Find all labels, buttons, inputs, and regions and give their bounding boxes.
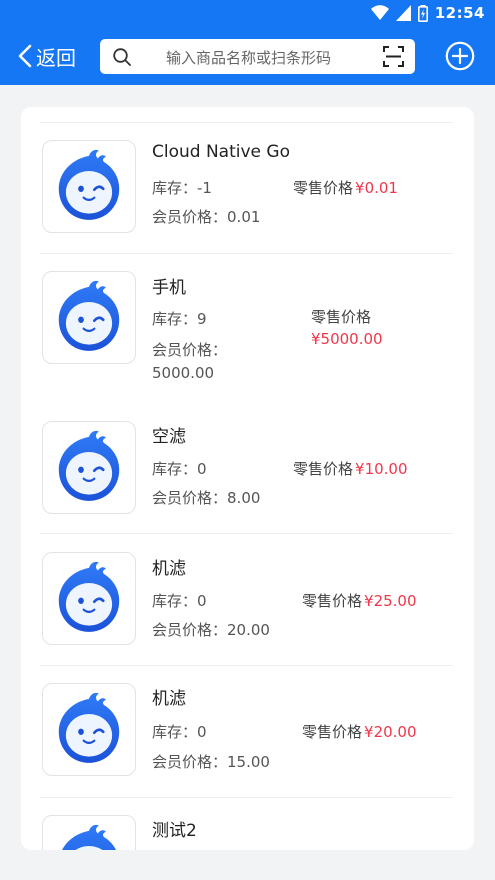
product-image bbox=[42, 271, 136, 364]
product-image bbox=[42, 421, 136, 514]
mascot-icon bbox=[49, 559, 129, 639]
product-item[interactable]: Cloud Native Go 库存：-1 零售价格 ¥0.01 会员价格：0.0… bbox=[40, 123, 453, 254]
product-name: 机滤 bbox=[152, 689, 186, 709]
retail-price: 零售价格 ¥10.00 bbox=[293, 460, 408, 478]
retail-price: 零售价格 ¥5000.00 bbox=[311, 308, 383, 348]
mascot-icon bbox=[49, 822, 129, 851]
member-price: 会员价格：20.00 bbox=[152, 621, 270, 639]
product-item[interactable]: 空滤 库存：0 零售价格 ¥10.00 会员价格：8.00 bbox=[40, 403, 453, 534]
add-circle-icon[interactable] bbox=[445, 41, 475, 71]
status-icons: 12:54 bbox=[370, 4, 485, 22]
product-image bbox=[42, 815, 136, 850]
search-placeholder: 输入商品名称或扫条形码 bbox=[166, 49, 332, 67]
product-item[interactable]: 机滤 库存：0 零售价格 ¥20.00 会员价格：15.00 bbox=[40, 667, 453, 798]
member-price: 会员价格：8.00 bbox=[152, 489, 261, 507]
product-item[interactable]: 测试2 bbox=[40, 799, 453, 850]
stock-text: 库存：0 bbox=[152, 460, 207, 478]
barcode-scan-icon[interactable] bbox=[383, 46, 404, 67]
mascot-icon bbox=[49, 690, 129, 770]
product-name: Cloud Native Go bbox=[152, 142, 290, 162]
product-list: Cloud Native Go 库存：-1 零售价格 ¥0.01 会员价格：0.0… bbox=[21, 107, 474, 850]
retail-price: 零售价格 ¥20.00 bbox=[302, 723, 417, 741]
search-input[interactable]: 输入商品名称或扫条形码 bbox=[100, 39, 415, 74]
member-price: 会员价格：5000.00 bbox=[152, 341, 228, 382]
stock-text: 库存：-1 bbox=[152, 179, 212, 197]
product-image bbox=[42, 552, 136, 645]
status-time: 12:54 bbox=[434, 4, 485, 22]
mascot-icon bbox=[49, 428, 129, 508]
product-name: 测试2 bbox=[152, 821, 197, 841]
product-name: 空滤 bbox=[152, 427, 186, 447]
stock-text: 库存：9 bbox=[152, 310, 207, 328]
stock-text: 库存：0 bbox=[152, 723, 207, 741]
product-item[interactable]: 手机 库存：9 零售价格 ¥5000.00 会员价格：5000.00 bbox=[40, 255, 453, 385]
product-name: 手机 bbox=[152, 278, 186, 298]
retail-price: 零售价格 ¥25.00 bbox=[302, 592, 417, 610]
stock-text: 库存：0 bbox=[152, 592, 207, 610]
back-label: 返回 bbox=[36, 45, 76, 70]
retail-price: 零售价格 ¥0.01 bbox=[293, 179, 398, 197]
chevron-left-icon bbox=[18, 44, 32, 68]
search-icon bbox=[113, 48, 131, 66]
mascot-icon bbox=[49, 278, 129, 358]
wifi-icon bbox=[370, 5, 389, 20]
mascot-icon bbox=[49, 147, 129, 227]
battery-icon bbox=[417, 4, 428, 22]
back-button[interactable]: 返回 bbox=[18, 40, 76, 72]
member-price: 会员价格：0.01 bbox=[152, 208, 261, 226]
product-image bbox=[42, 683, 136, 776]
signal-icon bbox=[395, 5, 411, 21]
product-item[interactable]: 机滤 库存：0 零售价格 ¥25.00 会员价格：20.00 bbox=[40, 535, 453, 666]
product-name: 机滤 bbox=[152, 559, 186, 579]
member-price: 会员价格：15.00 bbox=[152, 753, 270, 771]
status-bar: 12:54 bbox=[0, 0, 495, 28]
product-image bbox=[42, 140, 136, 233]
top-app-bar: 返回 输入商品名称或扫条形码 bbox=[0, 28, 495, 85]
